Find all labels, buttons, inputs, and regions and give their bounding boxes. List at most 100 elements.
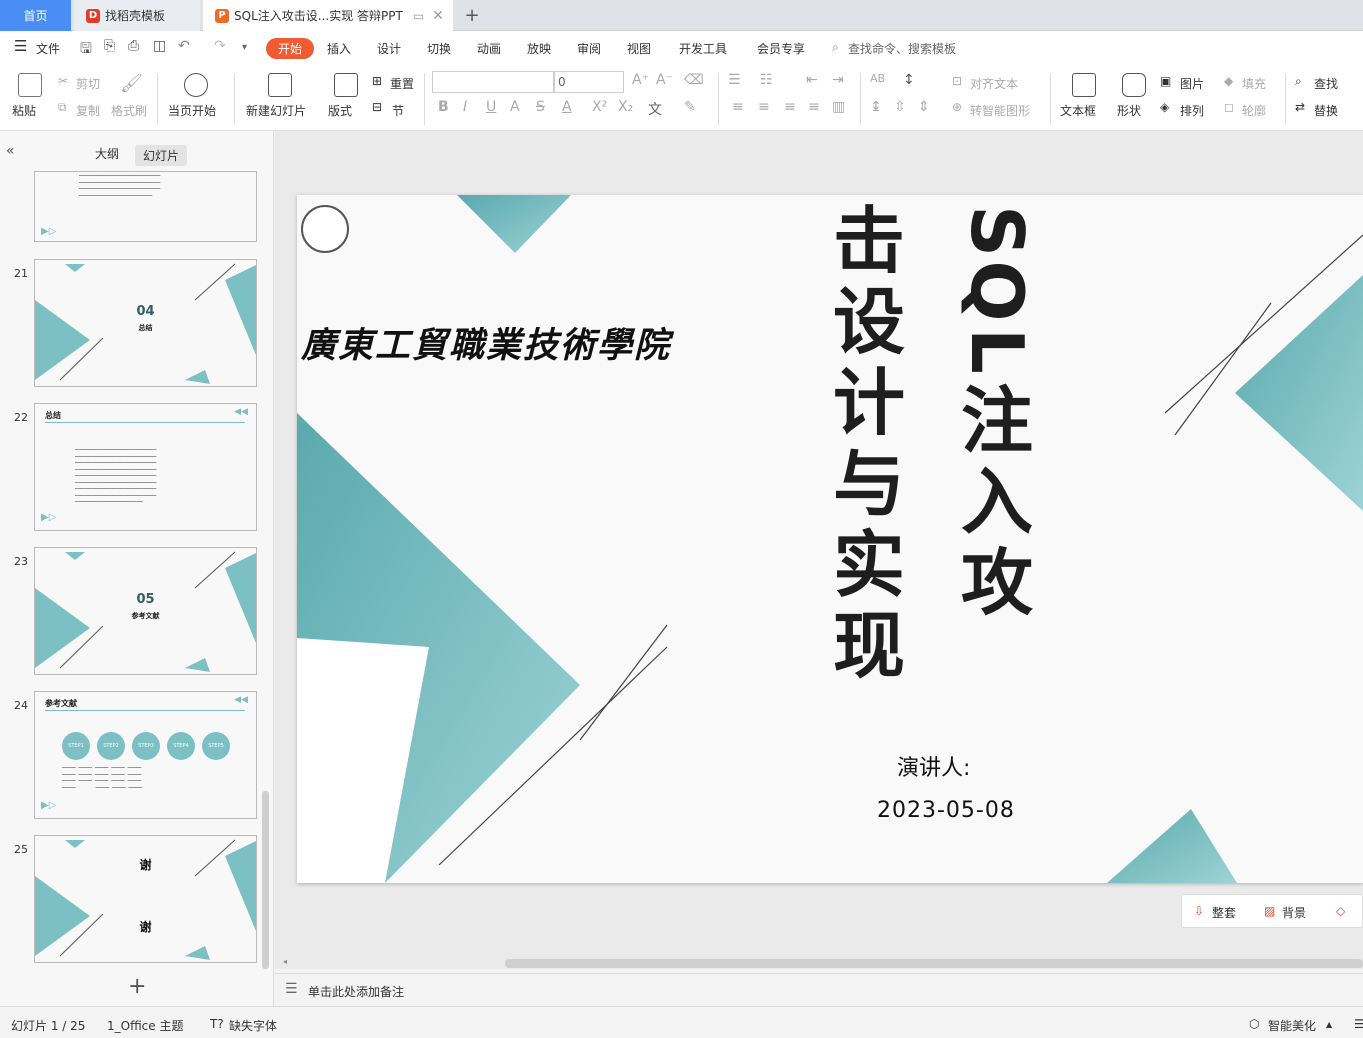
menu-member[interactable]: 会员专享 [757,40,805,57]
textbox-button[interactable]: 文本框 [1060,102,1096,119]
decrease-indent-icon[interactable]: ⇤ [806,72,818,88]
thumbnail-scrollbar[interactable] [262,791,269,969]
menu-view[interactable]: 视图 [627,40,651,57]
align-text-button[interactable]: 对齐文本 [970,75,1018,92]
phonetic-icon[interactable]: 文 [648,99,662,119]
export-icon[interactable]: ⎘ [104,38,115,54]
line-spacing-icon[interactable]: ↨ [870,99,882,115]
paragraph-spacing-icon[interactable]: ⇳ [894,99,906,115]
chevron-down-icon[interactable]: ▾ [242,42,247,53]
fill-icon[interactable]: ◆ [1224,74,1233,88]
copy-button[interactable]: 复制 [76,102,100,119]
bullet-list-icon[interactable]: ☰ [728,72,741,88]
font-size-select[interactable]: 0 [554,71,624,93]
menu-slideshow[interactable]: 放映 [527,40,551,57]
menu-insert[interactable]: 插入 [327,40,351,57]
missing-font-button[interactable]: 缺失字体 [229,1017,277,1034]
arrange-button[interactable]: 排列 [1180,102,1204,119]
cut-icon[interactable]: ✂ [58,74,68,88]
slide-thumbnail-23[interactable]: 05 参考文献 [34,547,257,675]
distribute-icon[interactable]: ▥ [832,99,845,115]
menu-transition[interactable]: 切换 [427,40,451,57]
font-shrink-icon[interactable]: A⁻ [656,72,673,88]
smart-beautify-button[interactable]: 智能美化 [1268,1017,1316,1034]
new-slide-button[interactable]: 新建幻灯片 [246,102,306,119]
outline-icon[interactable]: ◻ [1224,100,1234,114]
clear-format-icon[interactable]: ⌫ [684,72,704,88]
find-button[interactable]: 查找 [1314,75,1338,92]
underline-icon[interactable]: U [486,99,496,115]
reset-icon[interactable]: ⊞ [372,74,382,88]
start-current-button[interactable]: 当页开始 [168,102,216,119]
outline-button[interactable]: 轮廓 [1242,102,1266,119]
numbered-list-icon[interactable]: ☷ [760,72,773,88]
horizontal-scrollbar[interactable]: ◂ [275,957,1363,969]
collapse-panel-icon[interactable]: « [6,143,15,159]
print-icon[interactable]: ⎙ [128,38,139,54]
save-icon[interactable]: 🖫 [80,38,92,62]
find-icon[interactable]: ⌕ [1295,74,1302,89]
missing-font-icon[interactable]: T? [210,1017,224,1031]
align-left-icon[interactable]: ≡ [732,99,744,115]
subscript-icon[interactable]: X₂ [618,99,633,115]
bold-icon[interactable]: B [438,99,449,115]
paste-button[interactable]: 粘贴 [12,102,36,119]
slide-thumbnail-21[interactable]: 04 总结 [34,259,257,387]
arrange-icon[interactable]: ◈ [1160,100,1169,114]
background-icon[interactable]: ▨ [1264,904,1275,918]
menu-review[interactable]: 审阅 [577,40,601,57]
superscript-icon[interactable]: X² [592,99,607,115]
tab-slides[interactable]: 幻灯片 [135,145,188,166]
increase-indent-icon[interactable]: ⇥ [832,72,844,88]
picture-button[interactable]: 图片 [1180,75,1204,92]
menu-file[interactable]: 文件 [36,40,60,57]
smart-beautify-icon[interactable]: ⬡ [1249,1017,1259,1031]
tidy-button[interactable]: 整套 [1212,904,1236,921]
section-button[interactable]: 节 [392,102,404,119]
redo-icon[interactable]: ↷ [214,38,226,54]
menu-home[interactable]: 开始 [266,38,315,59]
notes-input[interactable]: 单击此处添加备注 [308,983,404,1000]
scroll-left-icon[interactable]: ◂ [283,957,287,966]
play-icon[interactable] [184,73,208,97]
section-icon[interactable]: ⊟ [372,100,382,114]
smartart-icon[interactable]: ⊕ [952,100,962,114]
text-orientation-icon[interactable]: ↕ [903,72,915,88]
new-slide-icon[interactable] [268,73,292,97]
picture-icon[interactable]: ▣ [1160,74,1171,88]
format-painter-button[interactable]: 格式刷 [111,102,147,119]
paste-icon[interactable] [18,73,42,97]
replace-button[interactable]: 替换 [1314,102,1338,119]
reset-button[interactable]: 重置 [390,75,414,92]
justify-icon[interactable]: ≡ [808,99,820,115]
copy-icon[interactable]: ⧉ [58,100,67,115]
slide-thumbnail-25[interactable]: 谢 谢 [34,835,257,963]
preview-icon[interactable]: ◫ [153,38,166,54]
font-grow-icon[interactable]: A⁺ [632,72,649,88]
add-slide-button[interactable]: + [128,974,146,999]
undo-icon[interactable]: ↶ [178,38,190,54]
slide-thumbnail-20[interactable]: ━━━━━━━━━━━━━━━━━━━━━━━━━━━━━━ ━━━━━━━━━━… [34,171,257,242]
slide-thumbnail-24[interactable]: 参考文献 ◀◀ STEP1 STEP2 STEP3 STEP4 STEP5 ━━… [34,691,257,819]
layout-icon[interactable] [334,73,358,97]
menu-animation[interactable]: 动画 [477,40,501,57]
format-painter-icon[interactable]: 🖌 [120,73,143,94]
column-spacing-icon[interactable]: ⇕ [918,99,930,115]
tab-window-icon[interactable]: ▭ [413,9,424,23]
tab-document[interactable]: P SQL注入攻击设...实现 答辩PPT ▭ ✕ [203,0,453,31]
new-tab-button[interactable]: + [460,0,484,31]
replace-icon[interactable]: ⇄ [1295,100,1305,114]
highlight-icon[interactable]: ✎ [684,99,696,115]
menu-developer[interactable]: 开发工具 [679,40,727,57]
background-button[interactable]: 背景 [1282,904,1306,921]
align-right-icon[interactable]: ≡ [784,99,796,115]
text-direction-icon[interactable]: AB [870,72,885,85]
slide-canvas[interactable]: 廣東工貿職業技術學院 SQL注入攻 击设计与实现 演讲人: 2023-05-08 [297,195,1363,883]
tab-home[interactable]: 首页 [0,0,71,31]
tab-find-template[interactable]: D 找稻壳模板 [74,0,200,31]
theme-name[interactable]: 1_Office 主题 [107,1017,183,1034]
hamburger-icon[interactable]: ☰ [14,37,27,55]
font-color-icon[interactable]: A [562,99,572,115]
italic-icon[interactable]: I [463,99,467,115]
slide-thumbnail-22[interactable]: 总结 ◀◀ ━━━━━━━━━━━━━━━━━━━━━━━━━━━━━━ ━━━━… [34,403,257,531]
